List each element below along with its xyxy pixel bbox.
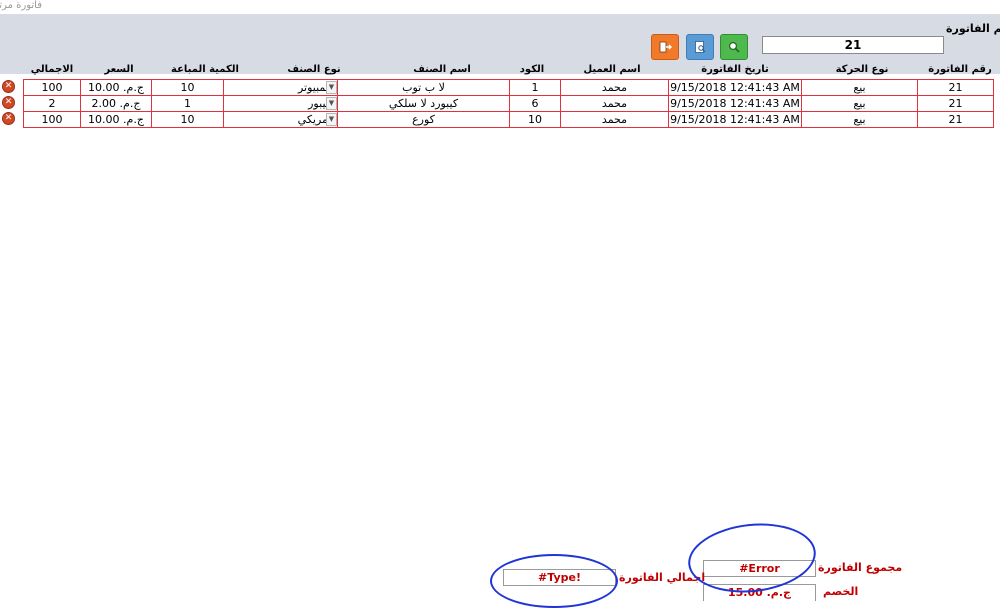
cell-item-name[interactable]: كيبورد لا سلكي xyxy=(337,95,510,112)
table-row[interactable]: ✕ 100 ج.م. 10.00 10 كمبيوتر ▼ لا ب توب 1… xyxy=(0,79,1000,96)
table-row[interactable]: ✕ 100 ج.م. 10.00 10 امريكي ▼ كورع 10 محم… xyxy=(0,111,1000,128)
cell-movement-type[interactable]: بيع xyxy=(801,79,918,96)
chevron-down-icon[interactable]: ▼ xyxy=(326,113,337,126)
cell-code[interactable]: 6 xyxy=(509,95,561,112)
cell-price[interactable]: ج.م. 10.00 xyxy=(80,79,152,96)
delete-row-icon[interactable]: ✕ xyxy=(2,80,15,93)
cell-customer-name[interactable]: محمد xyxy=(560,79,669,96)
window-title-bar: فاتورة مرتجع xyxy=(0,0,1000,14)
cell-total[interactable]: 2 xyxy=(23,95,81,112)
cell-price[interactable]: ج.م. 10.00 xyxy=(80,111,152,128)
cell-quantity-sold[interactable]: 10 xyxy=(151,111,224,128)
cell-item-type-combo[interactable]: كيبور ▼ xyxy=(223,95,338,112)
document-preview-icon xyxy=(695,41,706,53)
cell-invoice-number[interactable]: 21 xyxy=(917,95,994,112)
cell-price[interactable]: ج.م. 2.00 xyxy=(80,95,152,112)
print-preview-button[interactable] xyxy=(686,34,714,60)
col-header-price: السعر xyxy=(104,64,134,75)
chevron-down-icon[interactable]: ▼ xyxy=(326,81,337,94)
col-header-total: الاجمالي xyxy=(30,64,74,75)
cell-customer-name[interactable]: محمد xyxy=(560,111,669,128)
cell-invoice-number[interactable]: 21 xyxy=(917,111,994,128)
chevron-down-icon[interactable]: ▼ xyxy=(326,97,337,110)
cell-movement-type[interactable]: بيع xyxy=(801,95,918,112)
col-header-customer-name: اسم العميل xyxy=(583,64,641,75)
col-header-code: الكود xyxy=(519,64,545,75)
col-header-item-type: نوع الصنف xyxy=(287,64,341,75)
cell-code[interactable]: 1 xyxy=(509,79,561,96)
magnifier-icon xyxy=(728,41,740,53)
cell-item-name[interactable]: كورع xyxy=(337,111,510,128)
cell-total[interactable]: 100 xyxy=(23,79,81,96)
col-header-item-name: اسم الصنف xyxy=(413,64,471,75)
cell-item-type-combo[interactable]: كمبيوتر ▼ xyxy=(223,79,338,96)
table-row[interactable]: ✕ 2 ج.م. 2.00 1 كيبور ▼ كيبورد لا سلكي 6… xyxy=(0,95,1000,112)
search-button[interactable] xyxy=(720,34,748,60)
invoice-number-input[interactable]: 21 xyxy=(762,36,944,54)
delete-row-icon[interactable]: ✕ xyxy=(2,96,15,109)
annotation-circle xyxy=(490,554,618,608)
col-header-movement-type: نوع الحركة xyxy=(835,64,889,75)
cell-code[interactable]: 10 xyxy=(509,111,561,128)
cell-quantity-sold[interactable]: 10 xyxy=(151,79,224,96)
cell-movement-type[interactable]: بيع xyxy=(801,111,918,128)
delete-row-icon[interactable]: ✕ xyxy=(2,112,15,125)
col-header-invoice-number: رقم الفاتورة xyxy=(928,64,992,75)
cell-invoice-date[interactable]: 9/15/2018 12:41:43 AM xyxy=(668,111,802,128)
invoice-number-label: رقم الفاتورة xyxy=(946,22,1000,35)
invoice-sum-label: مجموع الفاتورة xyxy=(818,561,903,574)
col-header-quantity-sold: الكمية المباعة xyxy=(171,64,239,75)
export-button[interactable] xyxy=(651,34,679,60)
window-title: فاتورة مرتجع xyxy=(0,0,42,11)
door-exit-icon xyxy=(659,41,672,53)
cell-customer-name[interactable]: محمد xyxy=(560,95,669,112)
cell-total[interactable]: 100 xyxy=(23,111,81,128)
cell-item-type-combo[interactable]: امريكي ▼ xyxy=(223,111,338,128)
cell-invoice-number[interactable]: 21 xyxy=(917,79,994,96)
cell-quantity-sold[interactable]: 1 xyxy=(151,95,224,112)
cell-invoice-date[interactable]: 9/15/2018 12:41:43 AM xyxy=(668,79,802,96)
discount-label: الخصم xyxy=(823,585,859,598)
cell-invoice-date[interactable]: 9/15/2018 12:41:43 AM xyxy=(668,95,802,112)
cell-item-name[interactable]: لا ب توب xyxy=(337,79,510,96)
col-header-invoice-date: تاريخ الفاتورة xyxy=(701,64,769,75)
